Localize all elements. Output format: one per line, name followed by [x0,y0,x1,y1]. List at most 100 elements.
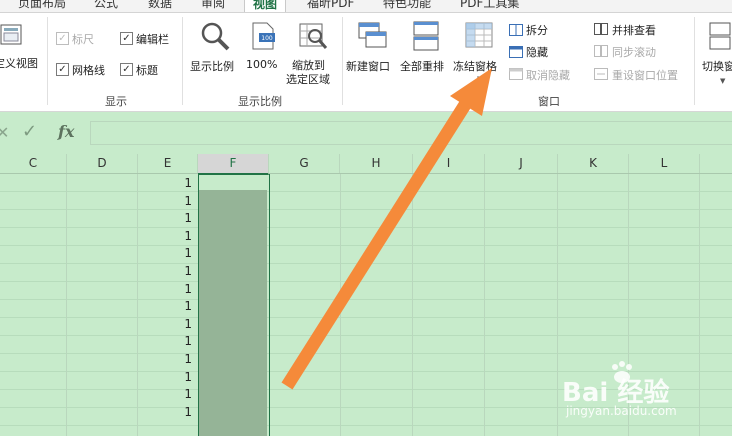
custom-views-icon [0,23,24,47]
formula-bar-checkbox[interactable]: ✓ [120,32,133,45]
window-group-label: 窗口 [538,95,560,108]
zoom-group-label: 显示比例 [238,95,282,108]
cell-value[interactable]: 1 [170,299,192,313]
column-header-l[interactable]: L [629,154,700,173]
cancel-icon[interactable]: ✕ [0,123,9,142]
cell-value[interactable]: 1 [170,264,192,278]
insert-function-button[interactable]: fx [58,122,74,141]
split-icon [509,24,523,36]
enter-checkmark-icon[interactable]: ✓ [22,121,37,142]
ribbon-tab-bar: 页面布局 公式 数据 审阅 视图 福昕PDF 特色功能 PDF工具集 [0,0,732,13]
column-header-d[interactable]: D [67,154,138,173]
new-window-icon [358,21,388,51]
gridlines-label: 网格线 [72,64,105,77]
new-window-button[interactable]: 新建窗口 [346,21,398,85]
watermark: Bai 经验 jingyan.baidu.com [560,360,730,426]
magnifier-icon [200,21,230,51]
separator [694,17,695,105]
gridline [340,174,341,436]
freeze-panes-icon [465,21,495,51]
custom-views-button[interactable]: 定义视图 [0,23,44,83]
zoom-label: 显示比例 [190,60,234,73]
arrange-all-button[interactable]: 全部重排 [400,21,452,85]
formula-bar: ✕ ✓ fx [0,118,732,148]
side-by-side-button[interactable]: 并排查看 [612,22,656,38]
cell-value[interactable]: 1 [170,282,192,296]
gridline [412,174,413,436]
zoom-100-icon: 100 [250,21,278,51]
gridline [484,174,485,436]
column-header-f[interactable]: F [198,154,269,175]
separator [47,17,48,105]
column-header-bar: C D E F G H I J K L [0,154,732,175]
zoom-selection-icon [298,21,328,51]
column-header-j[interactable]: J [485,154,558,173]
cell-value[interactable]: 1 [170,211,192,225]
cell-value[interactable]: 1 [170,317,192,331]
arrange-all-icon [412,21,442,51]
tab-page-layout[interactable]: 页面布局 [18,0,66,12]
freeze-panes-label: 冻结窗格 [453,60,497,73]
tab-review[interactable]: 审阅 [201,0,225,12]
gridline [66,174,67,436]
custom-views-label: 定义视图 [0,57,38,70]
show-group-label: 显示 [105,95,127,108]
switch-windows-button[interactable]: 切换窗 ▼ [698,21,732,85]
unhide-icon [509,68,523,80]
column-header-c[interactable]: C [0,154,67,173]
switch-windows-icon [708,21,732,51]
column-header-k[interactable]: K [558,154,629,173]
headings-label: 标题 [136,64,158,77]
unhide-button[interactable]: 取消隐藏 [526,67,570,83]
split-button[interactable]: 拆分 [526,22,548,38]
cell-value[interactable]: 1 [170,352,192,366]
zoom-100-button[interactable]: 100 100% [246,21,282,85]
tab-formulas[interactable]: 公式 [94,0,118,12]
dropdown-arrow-icon: ▼ [477,75,483,83]
cell-value[interactable]: 1 [170,176,192,190]
reset-position-button[interactable]: 重设窗口位置 [612,67,678,83]
tab-pdf-tools[interactable]: PDF工具集 [460,0,519,12]
new-window-label: 新建窗口 [346,60,390,73]
cell-value[interactable]: 1 [170,194,192,208]
zoom-button[interactable]: 显示比例 [190,21,240,85]
cell-value[interactable]: 1 [170,370,192,384]
arrange-all-label: 全部重排 [400,60,444,73]
zoom-to-selection-button[interactable]: 缩放到 选定区域 [284,21,338,91]
column-header-h[interactable]: H [340,154,413,173]
separator [342,17,343,105]
zoom-selection-label-2: 选定区域 [286,73,330,86]
freeze-panes-button[interactable]: 冻结窗格 ▼ [453,21,505,93]
watermark-url: jingyan.baidu.com [566,404,677,418]
gridline [557,174,558,436]
tab-data[interactable]: 数据 [148,0,172,12]
hide-button[interactable]: 隐藏 [526,44,548,60]
svg-text:100: 100 [261,35,273,42]
formula-bar-label: 编辑栏 [136,33,169,46]
column-header-i[interactable]: I [413,154,485,173]
formula-input[interactable] [90,121,732,145]
cell-value[interactable]: 1 [170,387,192,401]
selected-column-f[interactable] [198,174,270,436]
sync-scroll-icon [594,45,608,57]
cell-value[interactable]: 1 [170,229,192,243]
sync-scroll-button[interactable]: 同步滚动 [612,44,656,60]
column-header-g[interactable]: G [269,154,340,173]
gridline [137,174,138,436]
tab-special[interactable]: 特色功能 [383,0,431,12]
ribbon: 定义视图 ✓ 标尺 ✓ 编辑栏 ✓ 网格线 ✓ 标题 显示 显示比例 100 1… [0,13,732,112]
dropdown-arrow-icon: ▼ [720,77,726,85]
gridlines-checkbox[interactable]: ✓ [56,63,69,76]
ruler-checkbox[interactable]: ✓ [56,32,69,45]
column-header-e[interactable]: E [138,154,198,173]
cell-value[interactable]: 1 [170,246,192,260]
cell-value[interactable]: 1 [170,405,192,419]
tab-view[interactable]: 视图 [244,0,287,12]
zoom-100-label: 100% [246,58,278,71]
headings-checkbox[interactable]: ✓ [120,63,133,76]
switch-windows-label: 切换窗 [702,60,732,73]
tab-foxit-pdf[interactable]: 福昕PDF [307,0,354,12]
ruler-label: 标尺 [72,33,94,46]
side-by-side-icon [594,23,608,35]
cell-value[interactable]: 1 [170,334,192,348]
